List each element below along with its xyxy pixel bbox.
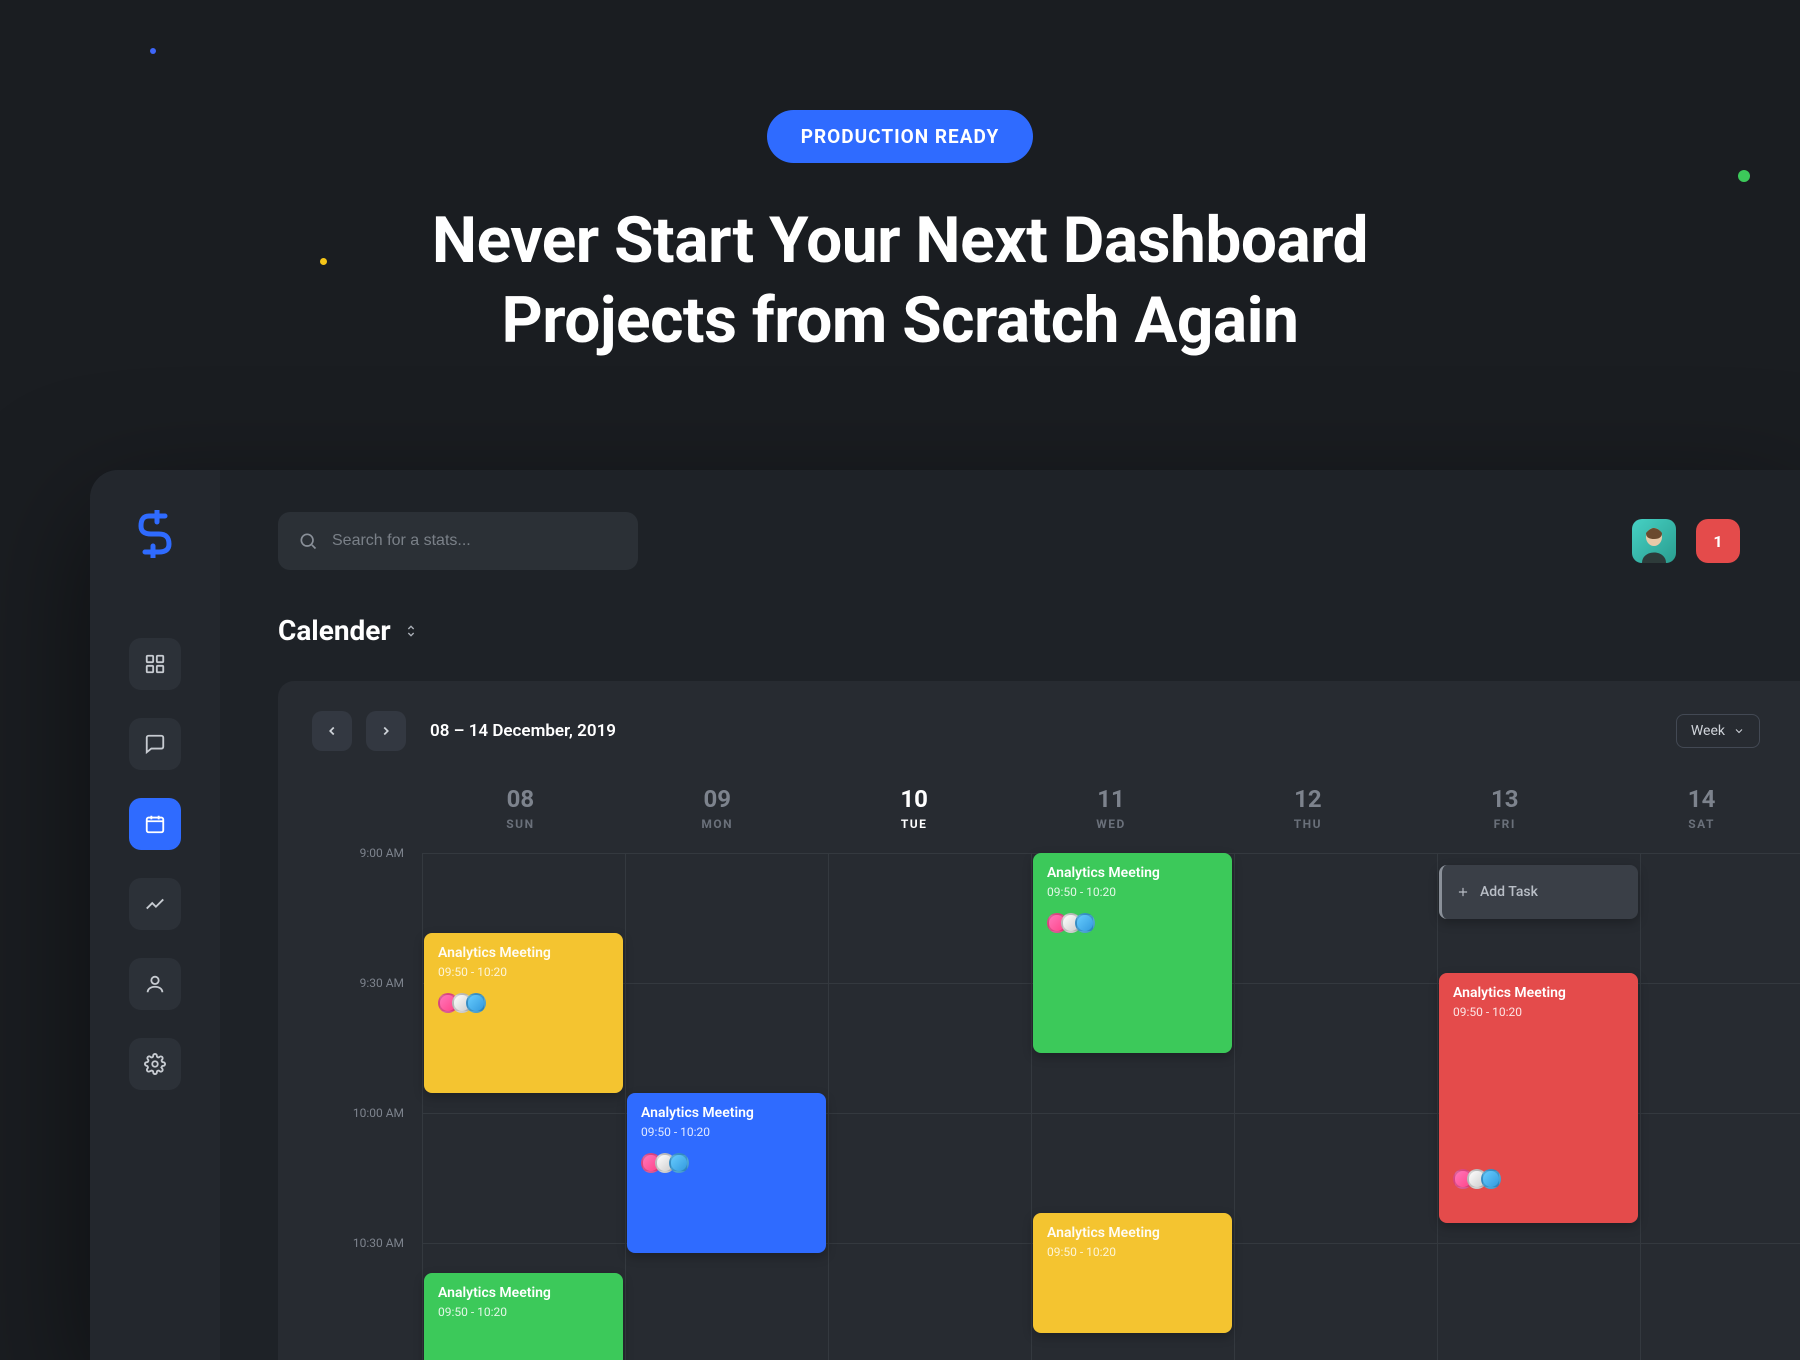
calendar-grid: 08SUN 09MON 10TUE 11WED 12THU 13FRI 14SA… xyxy=(312,785,1800,1360)
event-time: 09:50 - 10:20 xyxy=(438,965,609,979)
app-logo-icon xyxy=(135,510,175,558)
calendar-body: 9:00 AM 9:30 AM 10:00 AM 10:30 AM Analyt… xyxy=(312,853,1800,1360)
nav-settings[interactable] xyxy=(129,1038,181,1090)
event-title: Analytics Meeting xyxy=(641,1105,812,1121)
day-header-tue[interactable]: 10TUE xyxy=(816,785,1013,853)
day-header-fri[interactable]: 13FRI xyxy=(1406,785,1603,853)
calendar-event[interactable]: Analytics Meeting 09:50 - 10:20 xyxy=(1439,973,1638,1223)
event-time: 09:50 - 10:20 xyxy=(641,1125,812,1139)
prev-week-button[interactable] xyxy=(312,711,352,751)
plus-icon xyxy=(1456,885,1470,899)
day-header-sat[interactable]: 14SAT xyxy=(1603,785,1800,853)
day-header-thu[interactable]: 12THU xyxy=(1209,785,1406,853)
event-participants xyxy=(438,993,609,1013)
calendar-event[interactable]: Analytics Meeting 09:50 - 10:20 xyxy=(424,1273,623,1360)
nav-dashboard[interactable] xyxy=(129,638,181,690)
main-content: 1 Calender 08 – 14 December, 2019 Week xyxy=(220,470,1800,1360)
calendar-event[interactable]: Analytics Meeting 09:50 - 10:20 xyxy=(627,1093,826,1253)
event-title: Analytics Meeting xyxy=(438,1285,609,1301)
hero-title: Never Start Your Next Dashboard Projects… xyxy=(0,201,1800,361)
day-header-mon[interactable]: 09MON xyxy=(619,785,816,853)
nav-profile[interactable] xyxy=(129,958,181,1010)
search-icon xyxy=(298,531,318,551)
event-title: Analytics Meeting xyxy=(1453,985,1624,1001)
time-label: 9:30 AM xyxy=(312,976,422,990)
time-label: 10:30 AM xyxy=(312,1236,422,1250)
nav-analytics[interactable] xyxy=(129,878,181,930)
event-title: Analytics Meeting xyxy=(1047,1225,1218,1241)
calendar-panel: 08 – 14 December, 2019 Week 08SUN 09MON … xyxy=(278,681,1800,1360)
user-avatar[interactable] xyxy=(1632,519,1676,563)
calendar-event[interactable]: Analytics Meeting 09:50 - 10:20 xyxy=(1033,1213,1232,1333)
view-select[interactable]: Week xyxy=(1676,714,1760,748)
decorative-dot xyxy=(320,258,327,265)
topbar: 1 xyxy=(278,512,1800,570)
page-title-row[interactable]: Calender xyxy=(278,614,1800,647)
sort-icon xyxy=(403,623,419,639)
hero-title-line1: Never Start Your Next Dashboard xyxy=(432,203,1368,278)
event-title: Analytics Meeting xyxy=(438,945,609,961)
time-label: 10:00 AM xyxy=(312,1106,422,1120)
hero-section: PRODUCTION READY Never Start Your Next D… xyxy=(0,0,1800,361)
chevron-down-icon xyxy=(1733,725,1745,737)
day-header-wed[interactable]: 11WED xyxy=(1013,785,1210,853)
nav-calendar[interactable] xyxy=(129,798,181,850)
notification-badge[interactable]: 1 xyxy=(1696,519,1740,563)
event-time: 09:50 - 10:20 xyxy=(438,1305,609,1319)
page-title: Calender xyxy=(278,614,391,647)
time-label: 9:00 AM xyxy=(312,846,422,860)
next-week-button[interactable] xyxy=(366,711,406,751)
nav-chat[interactable] xyxy=(129,718,181,770)
event-time: 09:50 - 10:20 xyxy=(1047,1245,1218,1259)
add-task-label: Add Task xyxy=(1480,884,1538,900)
event-participants xyxy=(641,1153,812,1173)
app-window: 1 Calender 08 – 14 December, 2019 Week xyxy=(90,470,1800,1360)
day-header-sun[interactable]: 08SUN xyxy=(422,785,619,853)
add-task-slot[interactable]: Add Task xyxy=(1439,865,1638,919)
calendar-event[interactable]: Analytics Meeting 09:50 - 10:20 xyxy=(1033,853,1232,1053)
search-input[interactable] xyxy=(332,532,618,550)
event-participants xyxy=(1047,913,1218,933)
production-ready-badge: PRODUCTION READY xyxy=(767,110,1033,163)
panel-header: 08 – 14 December, 2019 Week xyxy=(312,711,1800,751)
decorative-dot xyxy=(150,48,156,54)
search-box[interactable] xyxy=(278,512,638,570)
date-range-label: 08 – 14 December, 2019 xyxy=(430,721,616,741)
decorative-dot xyxy=(1738,170,1750,182)
event-time: 09:50 - 10:20 xyxy=(1453,1005,1624,1019)
calendar-event[interactable]: Analytics Meeting 09:50 - 10:20 xyxy=(424,933,623,1093)
view-select-label: Week xyxy=(1691,723,1725,739)
event-title: Analytics Meeting xyxy=(1047,865,1218,881)
sidebar xyxy=(90,470,220,1360)
hero-title-line2: Projects from Scratch Again xyxy=(502,283,1299,358)
event-participants xyxy=(1453,1169,1624,1189)
event-time: 09:50 - 10:20 xyxy=(1047,885,1218,899)
